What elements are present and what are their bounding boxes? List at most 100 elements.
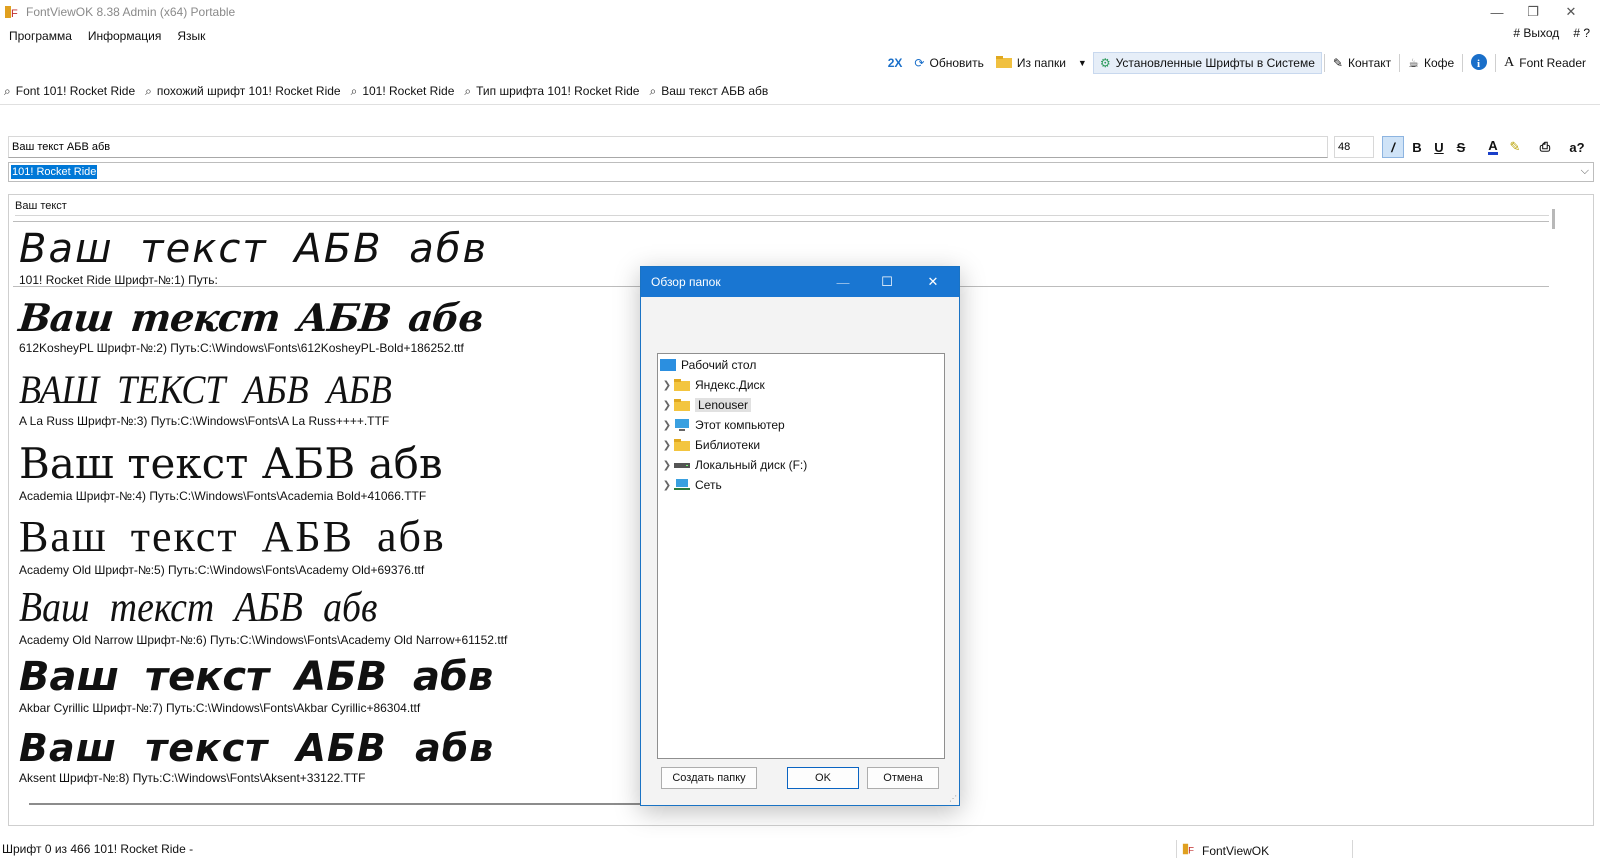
tree-item-lenouser[interactable]: ❯ Lenouser bbox=[660, 396, 752, 414]
menu-right: # Выход # ? bbox=[1513, 26, 1590, 40]
exit-menu[interactable]: # Выход bbox=[1513, 26, 1559, 40]
tree-item-libraries[interactable]: ❯ Библиотеки bbox=[660, 436, 760, 454]
font-size-input[interactable] bbox=[1334, 136, 1374, 158]
menu-program[interactable]: Программа bbox=[9, 29, 72, 43]
expand-chevron-icon[interactable]: ❯ bbox=[660, 480, 674, 491]
tab-label: Тип шрифта 101! Rocket Ride bbox=[476, 84, 640, 98]
expand-chevron-icon[interactable]: ❯ bbox=[660, 420, 674, 431]
folder-icon bbox=[674, 399, 690, 411]
font-sample: ВАШ ТЕКСТ АБВ АБВ bbox=[19, 367, 392, 412]
search-font-icon: ⌕ bbox=[464, 83, 472, 98]
tree-item-label: Рабочий стол bbox=[681, 358, 757, 372]
browse-folders-dialog: Обзор папок — ☐ ✕ Рабочий стол ❯ Яндекс.… bbox=[640, 266, 960, 806]
font-caption: Akbar Cyrillic Шрифт-№:7) Путь:C:\Window… bbox=[19, 701, 421, 715]
tree-item-desktop[interactable]: Рабочий стол bbox=[660, 356, 756, 374]
dialog-close-button[interactable]: ✕ bbox=[913, 267, 953, 297]
underline-toggle[interactable]: U bbox=[1428, 136, 1450, 158]
font-row[interactable]: Ваш текст АБВ абв 101! Rocket Ride Шрифт… bbox=[19, 229, 488, 287]
dialog-title: Обзор папок bbox=[651, 275, 721, 289]
font-select-value: 101! Rocket Ride bbox=[11, 165, 98, 179]
divider bbox=[15, 215, 1549, 216]
font-sample: Ваш текст АБВ абв bbox=[19, 726, 495, 770]
expand-chevron-icon[interactable]: ❯ bbox=[660, 400, 674, 411]
tab-font[interactable]: ⌕ Font 101! Rocket Ride bbox=[4, 84, 135, 99]
horizontal-scrollbar[interactable] bbox=[29, 803, 719, 805]
status-divider bbox=[1176, 840, 1177, 858]
folder-tree[interactable]: Рабочий стол ❯ Яндекс.Диск ❯ Lenouser ❯ … bbox=[657, 353, 945, 759]
installed-fonts-label: Установленные Шрифты в Системе bbox=[1115, 56, 1315, 70]
sample-text-input[interactable] bbox=[8, 136, 1328, 158]
bold-toggle[interactable]: B bbox=[1406, 136, 1428, 158]
coffee-icon: ☕ bbox=[1408, 56, 1419, 70]
case-button[interactable]: a? bbox=[1564, 136, 1590, 158]
libraries-icon bbox=[674, 439, 690, 451]
two-x-button[interactable]: 2X bbox=[882, 52, 909, 74]
dropdown-arrow-icon: ▼ bbox=[1077, 58, 1087, 68]
print-button[interactable]: ⎙ bbox=[1534, 136, 1556, 158]
fonts-icon: ⚙ bbox=[1099, 56, 1111, 70]
status-app-name: FontViewOK bbox=[1202, 843, 1270, 858]
info-button[interactable]: i bbox=[1465, 52, 1493, 74]
svg-text:F: F bbox=[1188, 845, 1194, 856]
font-sample: Ваш текст АБВ абв bbox=[19, 226, 489, 272]
font-sample: Ваш текст АБВ абв bbox=[19, 654, 494, 700]
underline-icon: U bbox=[1434, 139, 1444, 155]
expand-chevron-icon[interactable]: ❯ bbox=[660, 440, 674, 451]
resize-grip-icon[interactable]: ⋰ bbox=[949, 795, 957, 803]
refresh-button[interactable]: ⟳ Обновить bbox=[908, 52, 989, 74]
font-color-button[interactable]: A bbox=[1482, 136, 1504, 158]
tree-item-yandex[interactable]: ❯ Яндекс.Диск bbox=[660, 376, 765, 394]
menu-info[interactable]: Информация bbox=[88, 29, 161, 43]
font-caption: Academy Old Шрифт-№:5) Путь:C:\Windows\F… bbox=[19, 563, 425, 577]
tree-item-network[interactable]: ❯ Сеть bbox=[660, 476, 722, 494]
tab-similar[interactable]: ⌕ похожий шрифт 101! Rocket Ride bbox=[145, 84, 340, 99]
tab-label: Font 101! Rocket Ride bbox=[15, 84, 136, 98]
contact-button[interactable]: ✎ Контакт bbox=[1327, 52, 1397, 74]
font-select[interactable]: 101! Rocket Ride ⌵ bbox=[8, 162, 1594, 182]
highlight-button[interactable]: ✎ bbox=[1504, 136, 1526, 158]
app-icon: F bbox=[4, 4, 20, 20]
tab-label: похожий шрифт 101! Rocket Ride bbox=[156, 84, 341, 98]
dialog-minimize-button[interactable]: — bbox=[823, 267, 863, 297]
toolbar: 2X ⟳ Обновить Из папки ▼ ⚙ Установленные Ш… bbox=[882, 52, 1592, 74]
expand-chevron-icon[interactable]: ❯ bbox=[660, 460, 674, 471]
ok-button[interactable]: OK bbox=[787, 767, 859, 789]
dialog-maximize-button[interactable]: ☐ bbox=[867, 267, 907, 297]
cancel-button[interactable]: Отмена bbox=[867, 767, 939, 789]
create-folder-button[interactable]: Создать папку bbox=[661, 767, 757, 789]
contact-icon: ✎ bbox=[1332, 56, 1343, 70]
font-row[interactable]: Ваш текст АБВ абв Academia Шрифт-№:4) Пу… bbox=[19, 443, 443, 504]
from-folder-dropdown[interactable]: ▼ bbox=[1072, 52, 1093, 74]
tab-text[interactable]: ⌕ Ваш текст АБВ абв bbox=[649, 84, 768, 99]
tab-name[interactable]: ⌕ 101! Rocket Ride bbox=[351, 84, 455, 99]
drive-icon bbox=[674, 463, 690, 468]
font-row[interactable]: Ваш текст АБВ абв Akbar Cyrillic Шрифт-№… bbox=[19, 657, 493, 715]
tree-item-this-pc[interactable]: ❯ Этот компьютер bbox=[660, 416, 785, 434]
status-app: F FontViewOK bbox=[1182, 842, 1269, 859]
italic-toggle[interactable]: / bbox=[1382, 136, 1404, 158]
menu-language[interactable]: Язык bbox=[177, 29, 205, 43]
installed-fonts-button[interactable]: ⚙ Установленные Шрифты в Системе bbox=[1092, 52, 1322, 74]
tab-label: Ваш текст АБВ абв bbox=[661, 84, 769, 98]
font-row[interactable]: Ваш текст АБВ абв 612KosheyPL Шрифт-№:2)… bbox=[17, 295, 485, 355]
vertical-scrollbar[interactable] bbox=[1552, 209, 1555, 229]
font-row[interactable]: ВАШ ТЕКСТ АБВ АБВ A La Russ Шрифт-№:3) П… bbox=[19, 367, 433, 429]
coffee-button[interactable]: ☕ Кофе bbox=[1402, 52, 1460, 74]
font-row[interactable]: Ваш текст АБВ абв Academy Old Narrow Шри… bbox=[19, 587, 507, 647]
help-menu[interactable]: # ? bbox=[1573, 26, 1590, 40]
strike-toggle[interactable]: S bbox=[1450, 136, 1472, 158]
tree-item-local-disk[interactable]: ❯ Локальный диск (F:) bbox=[660, 456, 807, 474]
font-sample: Ваш текст АБВ абв bbox=[19, 585, 378, 631]
menu-bar: Программа Информация Язык bbox=[0, 26, 1600, 46]
chevron-down-icon: ⌵ bbox=[1580, 165, 1589, 177]
font-row[interactable]: Ваш текст АБВ абв Academy Old Шрифт-№:5)… bbox=[19, 515, 446, 578]
expand-chevron-icon[interactable]: ❯ bbox=[660, 380, 674, 391]
tab-type[interactable]: ⌕ Тип шрифта 101! Rocket Ride bbox=[464, 84, 639, 99]
font-row[interactable]: Ваш текст АБВ абв Aksent Шрифт-№:8) Путь… bbox=[19, 729, 494, 785]
tree-item-label: Этот компьютер bbox=[695, 418, 785, 432]
font-reader-button[interactable]: A Font Reader bbox=[1498, 52, 1592, 74]
from-folder-button[interactable]: Из папки bbox=[990, 52, 1072, 74]
font-color-icon: A bbox=[1488, 137, 1498, 155]
status-divider bbox=[1352, 840, 1353, 858]
close-button[interactable]: ✕ bbox=[1548, 0, 1594, 24]
